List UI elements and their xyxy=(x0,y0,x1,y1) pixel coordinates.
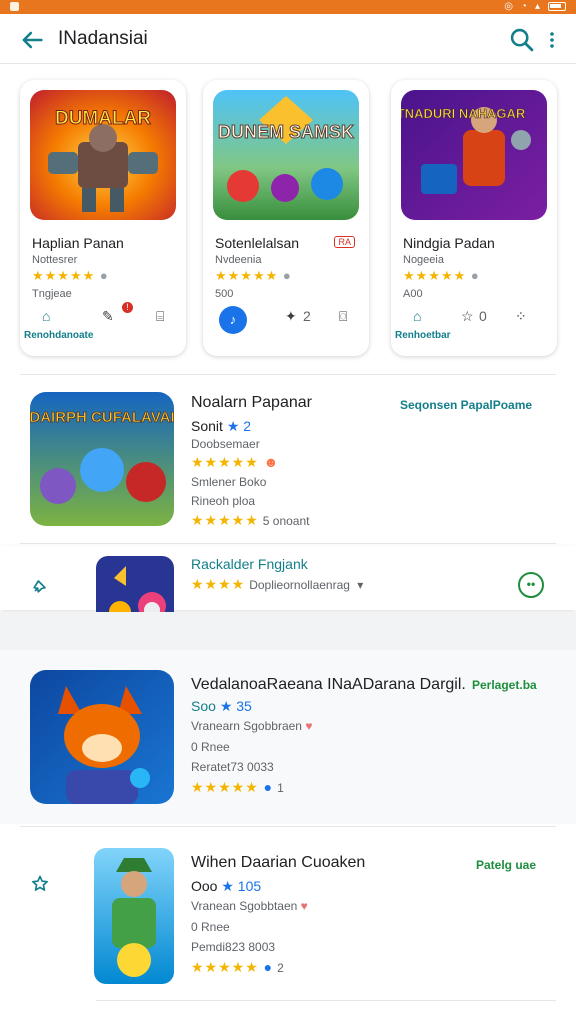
card-actions: ♪ ✦ 2 ⌼ xyxy=(215,306,359,334)
trash-icon[interactable]: ⌼ xyxy=(339,308,347,325)
heart-icon: ♥ xyxy=(305,719,313,733)
status-bar: ◎ ◔ ▴ xyxy=(0,0,576,14)
game-card[interactable]: DUMALAR Haplian Panan Nottesrer ★★★★★ ● … xyxy=(20,80,186,356)
notification-icon xyxy=(10,2,19,11)
game-developer: Nottesrer xyxy=(32,254,78,266)
chat-bubble-icon[interactable]: •• xyxy=(518,572,544,598)
game-name: VedalanoaRaeana INaADarana Dargil. xyxy=(191,676,466,693)
action-count: 0 xyxy=(479,308,487,324)
game-card[interactable]: DUNEM SAMSK Sotenlelalsan RA Nvdeenia ★★… xyxy=(203,80,369,356)
heart-icon: ♥ xyxy=(300,899,308,913)
game-category: 0 Rnee xyxy=(191,920,230,934)
game-name: Noalarn Papanar xyxy=(191,394,312,411)
game-developer: Nogeeia xyxy=(403,254,444,266)
card-actions: ⌂ ✎ ! ⌸ xyxy=(32,302,176,332)
grid-icon[interactable]: ⁘ xyxy=(515,308,527,325)
game-art xyxy=(94,848,174,984)
wifi-icon: ◔ xyxy=(520,1,527,12)
battery-icon xyxy=(548,2,566,11)
game-meta: Reratet73 0033 xyxy=(191,760,274,774)
game-art: DAIRPH CUFALAVAI xyxy=(30,392,174,526)
game-meta: Tngjeae xyxy=(32,288,72,300)
list-item[interactable]: DAIRPH CUFALAVAI Noalarn Papanar Seqonse… xyxy=(0,380,576,540)
search-icon[interactable] xyxy=(508,26,536,54)
publisher-link[interactable]: Seqonsen PapalPoame xyxy=(400,398,532,412)
game-name: Rackalder Fngjank xyxy=(191,556,308,572)
star-outline-icon[interactable] xyxy=(30,874,50,894)
info-icon: ● xyxy=(470,268,480,283)
section-divider xyxy=(96,1000,556,1001)
card-action-label[interactable]: Renhoetbar xyxy=(395,330,451,341)
rating-label: Soo ★ 35 xyxy=(191,698,252,714)
game-art: TNADURI NAHAGAR xyxy=(401,90,547,220)
music-icon[interactable]: ♪ xyxy=(219,306,247,334)
rating-label: Ooo ★ 105 xyxy=(191,878,262,894)
game-name: Sotenlelalsan xyxy=(215,235,300,251)
status-icons: ◎ ◔ ▴ xyxy=(504,1,566,12)
section-divider xyxy=(20,374,556,375)
game-art: DUNEM SAMSK xyxy=(213,90,359,220)
publisher-link[interactable]: Patelg uae xyxy=(476,858,536,872)
game-art: DUMALAR xyxy=(30,90,176,220)
card-action-label[interactable]: Renohdanoate xyxy=(24,330,93,341)
star-rating: ★★★★★ ● xyxy=(403,268,480,283)
star-rating: ★★★★★ ● 2 xyxy=(191,959,284,975)
rating-label: Sonit ★ 2 xyxy=(191,418,252,434)
art-title: DAIRPH CUFALAVAI xyxy=(30,409,174,426)
pin-icon[interactable]: ✦ xyxy=(285,308,297,325)
game-meta: Rineoh ploa xyxy=(191,494,256,508)
section-divider xyxy=(20,543,556,544)
home-icon[interactable]: ⌂ xyxy=(42,308,50,324)
game-category: Smlener Boko xyxy=(191,475,267,489)
signal-icon: ▴ xyxy=(534,1,540,12)
art-title: DUNEM SAMSK xyxy=(218,122,354,142)
list-item[interactable]: Wihen Daarian Cuoaken Patelg uae Ooo ★ 1… xyxy=(0,830,576,1000)
star-rating: ★★★★★ ● xyxy=(32,268,109,283)
info-icon: ● xyxy=(99,268,109,283)
list-item-highlighted[interactable]: Rackalder Fngjank ★★★★ Doplieornollaenrag… xyxy=(0,546,576,634)
game-developer: Vranearn Sgobbraen ♥ xyxy=(191,719,313,733)
game-meta: Pemdi823 8003 xyxy=(191,940,276,954)
game-category: 0 Rnee xyxy=(191,740,230,754)
section-gap xyxy=(0,612,576,650)
app-bar: INadansiai xyxy=(0,14,576,64)
star-rating: ★★★★★ ● 1 xyxy=(191,779,284,795)
emoji-icon: ☻ xyxy=(263,454,280,470)
card-actions: ⌂ ☆ 0 ⁘ xyxy=(403,308,547,332)
list-item[interactable]: VedalanoaRaeana INaADarana Dargil. Perla… xyxy=(0,650,576,824)
art-title: DUMALAR xyxy=(55,108,151,129)
back-arrow-icon[interactable] xyxy=(18,26,46,54)
vibrate-icon: ◎ xyxy=(504,1,513,12)
star-rating: ★★★★★ ● xyxy=(215,268,292,283)
star-rating: ★★★★★ ☻ xyxy=(191,454,280,470)
more-options-icon[interactable] xyxy=(540,26,564,54)
grid-icon[interactable]: ⌸ xyxy=(156,308,164,325)
info-icon: ● xyxy=(263,779,274,795)
game-developer: Nvdeenia xyxy=(215,254,262,266)
game-art xyxy=(30,670,174,804)
chat-icon[interactable]: ✎ xyxy=(102,308,114,325)
pin-icon[interactable] xyxy=(30,576,50,596)
game-name: Haplian Panan xyxy=(32,235,124,251)
game-meta: A00 xyxy=(403,288,423,300)
info-icon: ● xyxy=(282,268,292,283)
game-meta: 500 xyxy=(215,288,234,300)
game-card[interactable]: TNADURI NAHAGAR Nindgia Padan Nogeeia ★★… xyxy=(391,80,557,356)
section-divider xyxy=(20,826,556,827)
star-icon[interactable]: ☆ xyxy=(461,308,474,325)
star-rating: ★★★★ Doplieornollaenrag ▾ xyxy=(191,576,364,592)
action-count: 2 xyxy=(303,308,311,324)
notification-badge-icon: ! xyxy=(122,302,133,313)
game-developer: Doobsemaer xyxy=(191,437,260,451)
info-icon: ● xyxy=(263,959,274,975)
game-name: Nindgia Padan xyxy=(403,235,495,251)
page-title: INadansiai xyxy=(58,28,148,49)
game-developer: Vranean Sgobbtaen ♥ xyxy=(191,899,308,913)
star-rating-secondary: ★★★★★ 5 onoant xyxy=(191,512,310,528)
home-icon[interactable]: ⌂ xyxy=(413,308,421,324)
art-title: TNADURI NAHAGAR xyxy=(401,106,526,121)
ad-badge: RA xyxy=(334,236,355,248)
game-name: Wihen Daarian Cuoaken xyxy=(191,854,366,871)
publisher-link[interactable]: Perlaget.ba xyxy=(472,678,537,692)
